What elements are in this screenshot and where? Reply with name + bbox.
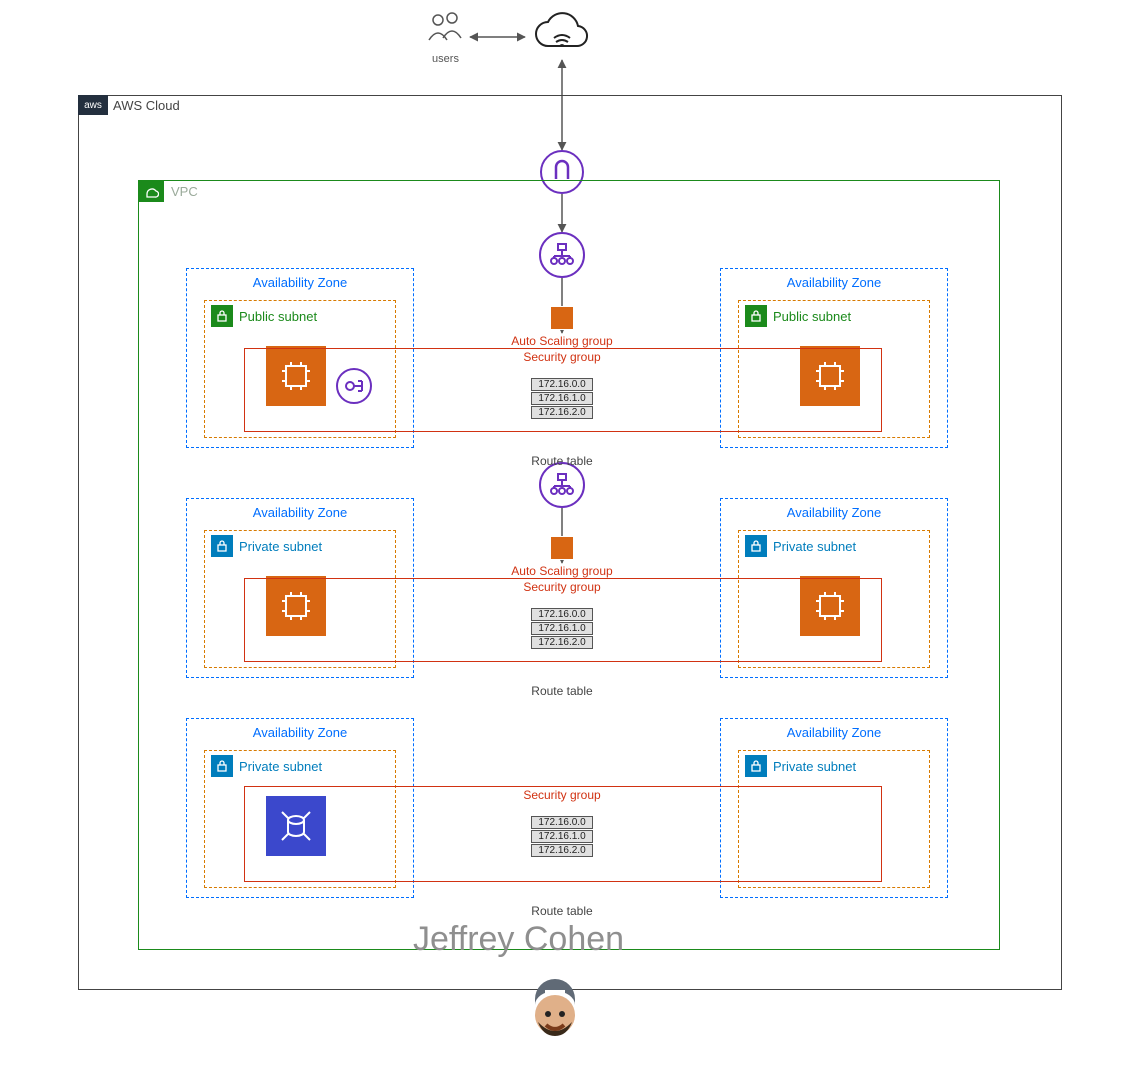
route-table-label: Route table bbox=[520, 454, 604, 468]
lock-icon bbox=[745, 535, 767, 557]
route-table: 172.16.0.0172.16.1.0172.16.2.0 bbox=[530, 816, 594, 857]
subnet-label: Private subnet bbox=[239, 539, 322, 554]
lock-icon bbox=[745, 305, 767, 327]
lock-icon bbox=[745, 755, 767, 777]
route-table: 172.16.0.0172.16.1.0172.16.2.0 bbox=[530, 608, 594, 649]
route-table: 172.16.0.0172.16.1.0172.16.2.0 bbox=[530, 378, 594, 419]
lock-icon bbox=[211, 305, 233, 327]
availability-zone-label: Availability Zone bbox=[721, 725, 947, 740]
vpc-label: VPC bbox=[171, 184, 198, 199]
security-group-label: Security group bbox=[500, 350, 624, 364]
route-row: 172.16.0.0 bbox=[531, 816, 592, 829]
elb-icon bbox=[539, 462, 585, 508]
route-row: 172.16.1.0 bbox=[531, 392, 592, 405]
author-avatar-icon bbox=[520, 970, 590, 1043]
subnet-label: Public subnet bbox=[239, 309, 317, 324]
route-row: 172.16.1.0 bbox=[531, 622, 592, 635]
auto-scaling-group-icon bbox=[550, 306, 574, 330]
route-row: 172.16.2.0 bbox=[531, 406, 592, 419]
availability-zone-label: Availability Zone bbox=[721, 505, 947, 520]
auto-scaling-group-label: Auto Scaling group bbox=[500, 564, 624, 578]
availability-zone-label: Availability Zone bbox=[187, 725, 413, 740]
lock-icon bbox=[211, 755, 233, 777]
subnet-label: Private subnet bbox=[773, 759, 856, 774]
availability-zone-label: Availability Zone bbox=[187, 505, 413, 520]
vpc-icon bbox=[138, 180, 164, 202]
security-group-label: Security group bbox=[500, 580, 624, 594]
aws-cloud-label: AWS Cloud bbox=[113, 98, 180, 113]
internet-cloud-icon bbox=[530, 8, 594, 59]
route-row: 172.16.1.0 bbox=[531, 830, 592, 843]
route-row: 172.16.0.0 bbox=[531, 378, 592, 391]
availability-zone-label: Availability Zone bbox=[721, 275, 947, 290]
route-row: 172.16.2.0 bbox=[531, 844, 592, 857]
users-icon: users bbox=[418, 10, 473, 65]
subnet-label: Private subnet bbox=[773, 539, 856, 554]
availability-zone-label: Availability Zone bbox=[187, 275, 413, 290]
route-table-label: Route table bbox=[520, 684, 604, 698]
auto-scaling-group-label: Auto Scaling group bbox=[500, 334, 624, 348]
subnet-label: Public subnet bbox=[773, 309, 851, 324]
route-table-label: Route table bbox=[520, 904, 604, 918]
route-row: 172.16.2.0 bbox=[531, 636, 592, 649]
elb-icon bbox=[539, 232, 585, 278]
security-group-label: Security group bbox=[500, 788, 624, 802]
users-label: users bbox=[418, 53, 473, 65]
subnet-label: Private subnet bbox=[239, 759, 322, 774]
auto-scaling-group-icon bbox=[550, 536, 574, 560]
aws-logo-icon: aws bbox=[78, 95, 108, 115]
route-row: 172.16.0.0 bbox=[531, 608, 592, 621]
watermark-text: Jeffrey Cohen bbox=[413, 920, 624, 959]
lock-icon bbox=[211, 535, 233, 557]
diagram-canvas: users aws AWS Cloud VPC bbox=[0, 0, 1143, 1067]
